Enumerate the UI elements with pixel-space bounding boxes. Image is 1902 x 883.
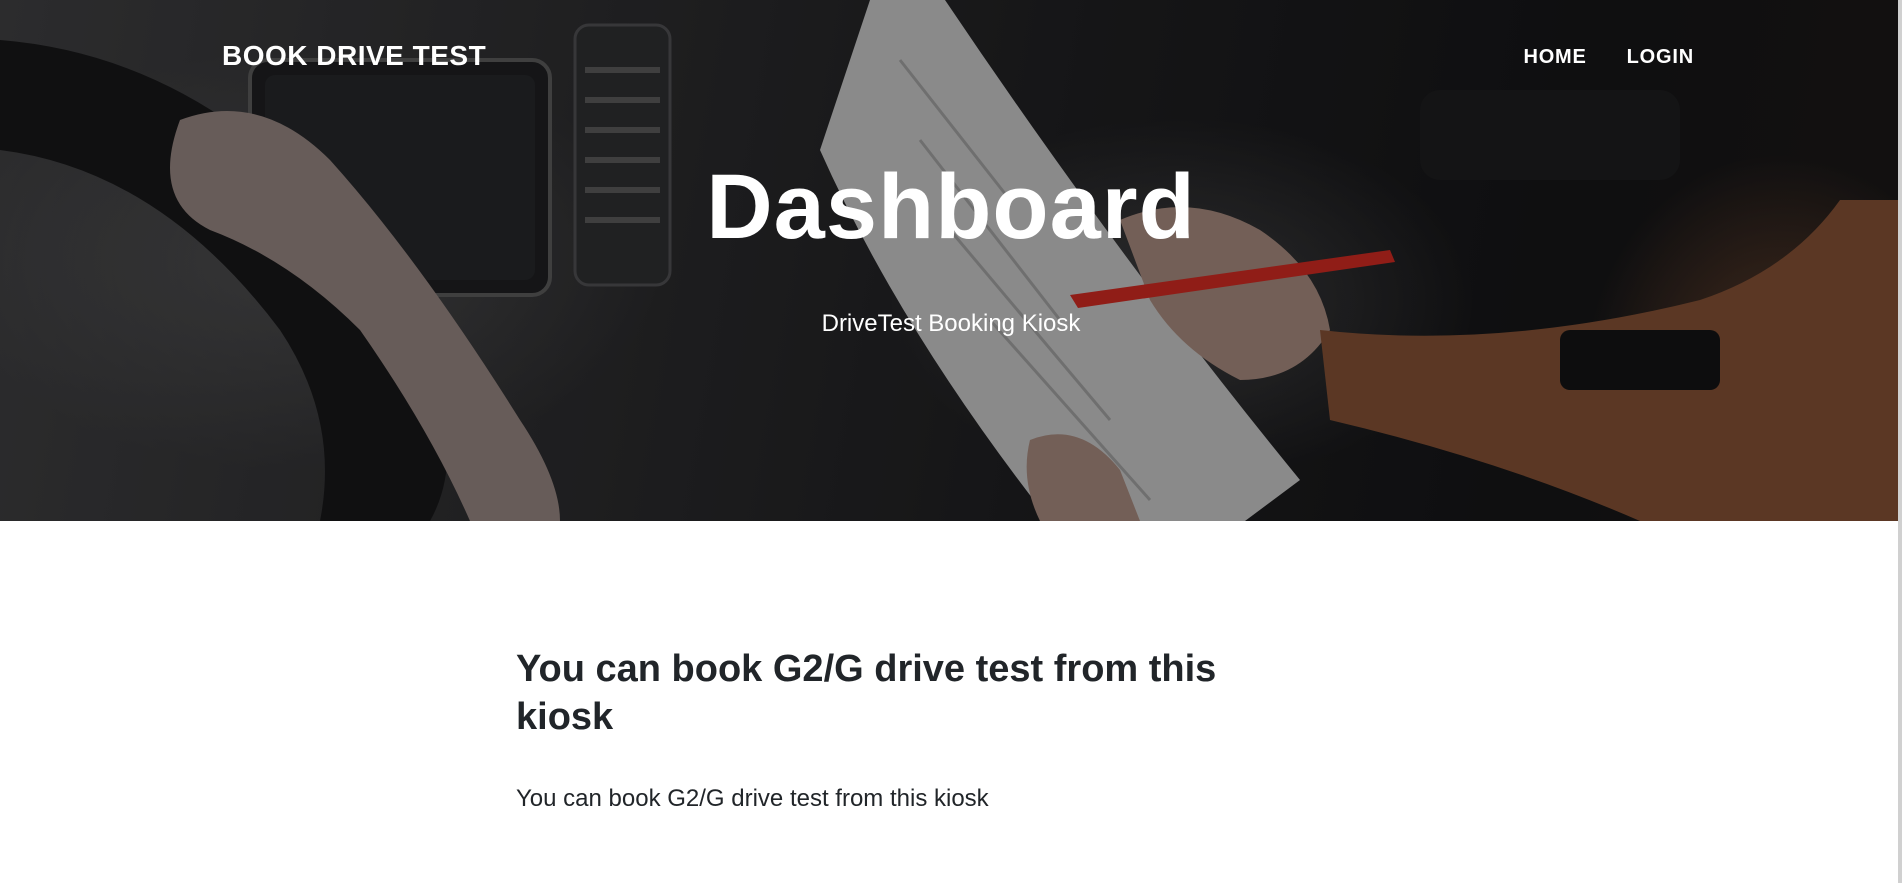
- brand-logo-link[interactable]: BOOK DRIVE TEST: [222, 40, 486, 72]
- window-right-edge: [1898, 0, 1902, 883]
- masthead: BOOK DRIVE TEST HOME LOGIN Dashboard Dri…: [0, 0, 1902, 521]
- page-title: Dashboard: [706, 156, 1196, 258]
- page-subtitle: DriveTest Booking Kiosk: [821, 310, 1081, 337]
- main-nav: HOME LOGIN: [1523, 46, 1694, 69]
- hero-dark-overlay: [0, 0, 1902, 521]
- main-content: You can book G2/G drive test from this k…: [516, 645, 1316, 813]
- section-body-text: You can book G2/G drive test from this k…: [516, 785, 989, 812]
- nav-item-login[interactable]: LOGIN: [1627, 46, 1694, 69]
- section-heading: You can book G2/G drive test from this k…: [516, 648, 1217, 738]
- nav-item-home[interactable]: HOME: [1523, 46, 1586, 69]
